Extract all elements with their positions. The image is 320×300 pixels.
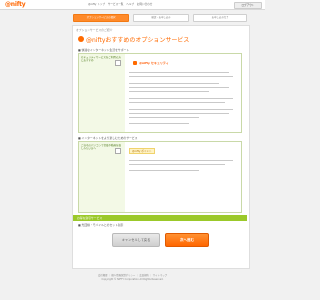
option-name: @nifty セキュリティ xyxy=(139,61,169,65)
description-line xyxy=(129,102,225,104)
top-nav: @nifty トップ サービス一覧 ヘルプ お問い合わせ xyxy=(88,2,154,6)
option-badge: @nifty ポイント xyxy=(129,148,155,154)
section-title: ■ 快適なインターネット生活をサポート xyxy=(78,48,130,52)
page-title: @niftyおすすめのオプションサービス xyxy=(86,37,190,44)
option-checkbox[interactable] xyxy=(115,148,121,154)
option-box-1: セキュリティサービスをご利用の方におすすめ @nifty セキュリティ xyxy=(78,53,242,133)
step-indicator: オプションサービスの選択 確認・お申し込み お申し込み完了 xyxy=(73,14,247,22)
description-line xyxy=(129,164,225,166)
next-button[interactable]: 次へ進む xyxy=(165,233,209,247)
top-nav-link[interactable]: @nifty トップ xyxy=(88,3,105,6)
description-line xyxy=(129,76,233,78)
description-line xyxy=(129,91,209,93)
step-1: オプションサービスの選択 xyxy=(73,14,129,22)
description-line xyxy=(129,72,229,74)
step-2: 確認・お申し込み xyxy=(133,14,189,22)
section-title: ■ インターネットをより楽しむためのサービス xyxy=(78,136,138,140)
description-line xyxy=(129,83,219,85)
top-nav-link[interactable]: お問い合わせ xyxy=(137,3,153,6)
section-header-label: お得な割引サービス xyxy=(77,216,103,220)
description-line xyxy=(129,98,233,100)
description-line xyxy=(129,123,189,125)
breadcrumb: オプションサービスのご紹介 xyxy=(76,28,113,32)
section-header-bar: お得な割引サービス xyxy=(73,215,247,221)
option-checkbox[interactable] xyxy=(115,60,121,66)
step-3: お申し込み完了 xyxy=(193,14,247,22)
option-box-3 xyxy=(78,227,240,231)
description-line xyxy=(129,109,233,111)
footer-links[interactable]: 会社概要 ｜ 個人情報保護ポリシー ｜ 会員規約 ｜ サイトマップ xyxy=(0,273,265,277)
top-nav-link[interactable]: サービス一覧 xyxy=(108,3,124,6)
description-line xyxy=(129,170,199,172)
description-line xyxy=(129,113,229,115)
title-bullet-icon xyxy=(78,36,84,42)
description-line xyxy=(129,117,199,119)
footer: 会社概要 ｜ 個人情報保護ポリシー ｜ 会員規約 ｜ サイトマップ Copyri… xyxy=(0,271,265,300)
option-box-2: ご自宅のパソコンで音楽や動画を楽しみたい方へ @nifty ポイント xyxy=(78,141,242,213)
copyright: Copyright © NIFTY Corporation All Rights… xyxy=(101,278,164,281)
top-nav-link[interactable]: ヘルプ xyxy=(126,3,134,6)
description-line xyxy=(129,160,233,162)
nifty-logo[interactable]: @nifty xyxy=(5,1,26,8)
logout-button[interactable]: ログアウト xyxy=(234,1,262,9)
cancel-button[interactable]: キャンセルして戻る xyxy=(112,233,160,247)
shield-icon xyxy=(133,61,137,65)
description-line xyxy=(129,87,229,89)
top-bar: @nifty @nifty トップ サービス一覧 ヘルプ お問い合わせ ログアウ… xyxy=(0,0,265,17)
